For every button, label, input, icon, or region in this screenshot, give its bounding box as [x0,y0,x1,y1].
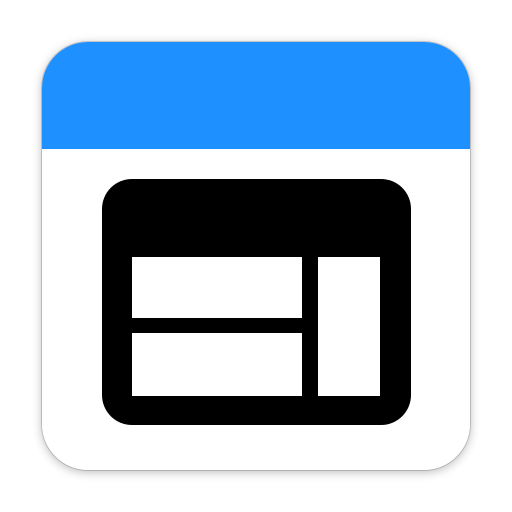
pane-top-left [132,257,302,318]
pane-right [318,257,380,396]
icon-canvas [0,0,512,512]
layout-panels-icon [102,179,411,425]
tile-header-band [42,42,470,149]
pane-bottom-left [132,333,302,396]
